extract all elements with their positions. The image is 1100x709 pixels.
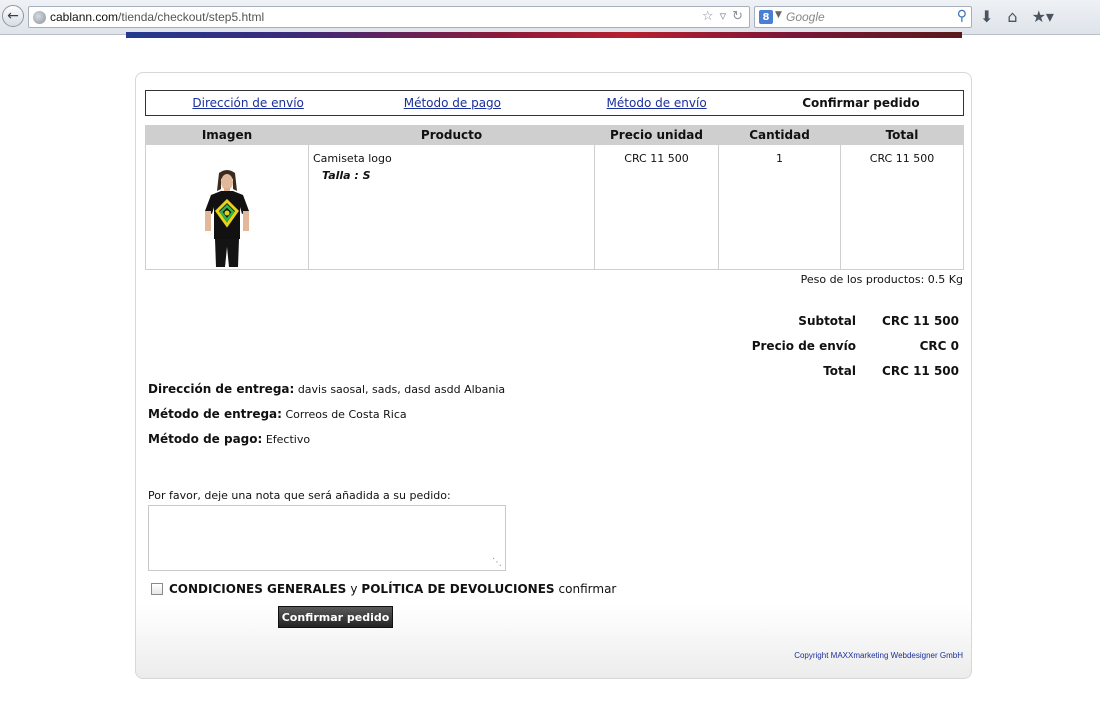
delivery-method-label: Método de entrega:: [148, 407, 282, 421]
browser-toolbar: ← cablann.com/tienda/checkout/step5.html…: [0, 0, 1100, 35]
quantity-cell: 1: [718, 144, 841, 270]
terms-confirm-text: confirmar: [558, 582, 617, 596]
product-attribute: Talla : S: [322, 169, 371, 182]
shipping-value: CRC 0: [919, 338, 959, 353]
reload-icon[interactable]: ↻: [732, 9, 743, 24]
total-cell: CRC 11 500: [840, 144, 964, 270]
step-confirm-order: Confirmar pedido: [802, 96, 920, 110]
globe-icon: [33, 11, 46, 24]
shipping-row: Precio de envío CRC 0: [736, 333, 959, 358]
subtotal-value: CRC 11 500: [882, 313, 959, 328]
header-product: Producto: [308, 125, 595, 145]
address-bar[interactable]: cablann.com/tienda/checkout/step5.html ☆…: [28, 6, 750, 28]
delivery-method-value: Correos de Costa Rica: [285, 408, 407, 421]
products-weight: Peso de los productos: 0.5 Kg: [800, 273, 963, 286]
delivery-address-label: Dirección de entrega:: [148, 382, 295, 396]
step-link[interactable]: Método de pago: [404, 96, 501, 110]
header-quantity: Cantidad: [718, 125, 841, 145]
step-link[interactable]: Método de envío: [607, 96, 707, 110]
step-shipping-address[interactable]: Dirección de envío: [146, 96, 350, 110]
terms-agreement: CONDICIONES GENERALES y POLÍTICA DE DEVO…: [151, 582, 616, 596]
search-placeholder: Google: [786, 10, 825, 24]
home-icon[interactable]: ⌂: [1007, 7, 1017, 26]
grand-total-value: CRC 11 500: [882, 363, 959, 378]
checkout-steps: Dirección de envío Método de pago Método…: [145, 90, 964, 116]
search-icon[interactable]: ⚲: [957, 8, 967, 24]
checkout-panel: Dirección de envío Método de pago Método…: [135, 72, 972, 679]
product-image-cell: [145, 144, 309, 270]
terms-and-text: y: [350, 582, 358, 596]
confirm-order-button[interactable]: Confirmar pedido: [278, 606, 393, 628]
delivery-method: Método de entrega: Correos de Costa Rica: [148, 407, 407, 421]
unit-price-cell: CRC 11 500: [594, 144, 719, 270]
resize-grip-icon[interactable]: ⋱: [492, 557, 502, 568]
subtotal-label: Subtotal: [798, 313, 856, 328]
grand-total-row: Total CRC 11 500: [736, 358, 959, 383]
search-bar[interactable]: 8 ▼ Google ⚲: [754, 6, 972, 28]
payment-method-value: Efectivo: [265, 433, 311, 446]
step-link[interactable]: Dirección de envío: [192, 96, 304, 110]
google-icon[interactable]: 8: [759, 10, 773, 24]
table-header-row: Imagen Producto Precio unidad Cantidad T…: [145, 125, 964, 145]
order-note-textarea[interactable]: [148, 505, 506, 571]
product-image[interactable]: [197, 169, 257, 269]
url-path: /tienda/checkout/step5.html: [118, 10, 265, 24]
back-arrow-icon[interactable]: ←: [2, 5, 24, 27]
grand-total-label: Total: [823, 363, 856, 378]
product-cell: Camiseta logo Talla : S: [308, 144, 595, 270]
subtotal-row: Subtotal CRC 11 500: [736, 308, 959, 333]
step-payment-method[interactable]: Método de pago: [350, 96, 554, 110]
terms-conditions-link[interactable]: CONDICIONES GENERALES: [169, 582, 346, 596]
payment-method: Método de pago: Efectivo: [148, 432, 310, 446]
product-name: Camiseta logo: [313, 152, 392, 165]
payment-method-label: Método de pago:: [148, 432, 263, 446]
chevron-down-icon[interactable]: ▼: [775, 10, 782, 20]
step-shipping-method[interactable]: Método de envío: [555, 96, 759, 110]
bookmark-star-icon[interactable]: ☆: [702, 9, 714, 24]
dropdown-arrow-icon[interactable]: ▿: [720, 9, 727, 24]
shipping-label: Precio de envío: [751, 338, 856, 353]
url-text: cablann.com/tienda/checkout/step5.html: [50, 10, 264, 24]
order-note-label: Por favor, deje una nota que será añadid…: [148, 489, 451, 502]
download-icon[interactable]: ⬇: [980, 7, 993, 26]
header-unit-price: Precio unidad: [594, 125, 719, 145]
cart-table: Imagen Producto Precio unidad Cantidad T…: [145, 125, 964, 270]
order-totals: Subtotal CRC 11 500 Precio de envío CRC …: [736, 308, 959, 383]
header-image: Imagen: [145, 125, 309, 145]
header-total: Total: [840, 125, 964, 145]
url-domain: cablann.com: [50, 10, 119, 24]
site-banner: [126, 32, 962, 38]
delivery-address-value: davis saosal, sads, dasd asdd Albania: [297, 383, 506, 396]
bookmarks-menu-icon[interactable]: ★▾: [1032, 7, 1054, 26]
delivery-address: Dirección de entrega: davis saosal, sads…: [148, 382, 505, 396]
table-row: Camiseta logo Talla : S CRC 11 500 1 CRC…: [145, 144, 964, 270]
copyright-link[interactable]: Copyright MAXXmarketing Webdesigner GmbH: [794, 651, 963, 660]
return-policy-link[interactable]: POLÍTICA DE DEVOLUCIONES: [361, 582, 554, 596]
terms-checkbox[interactable]: [151, 583, 163, 595]
